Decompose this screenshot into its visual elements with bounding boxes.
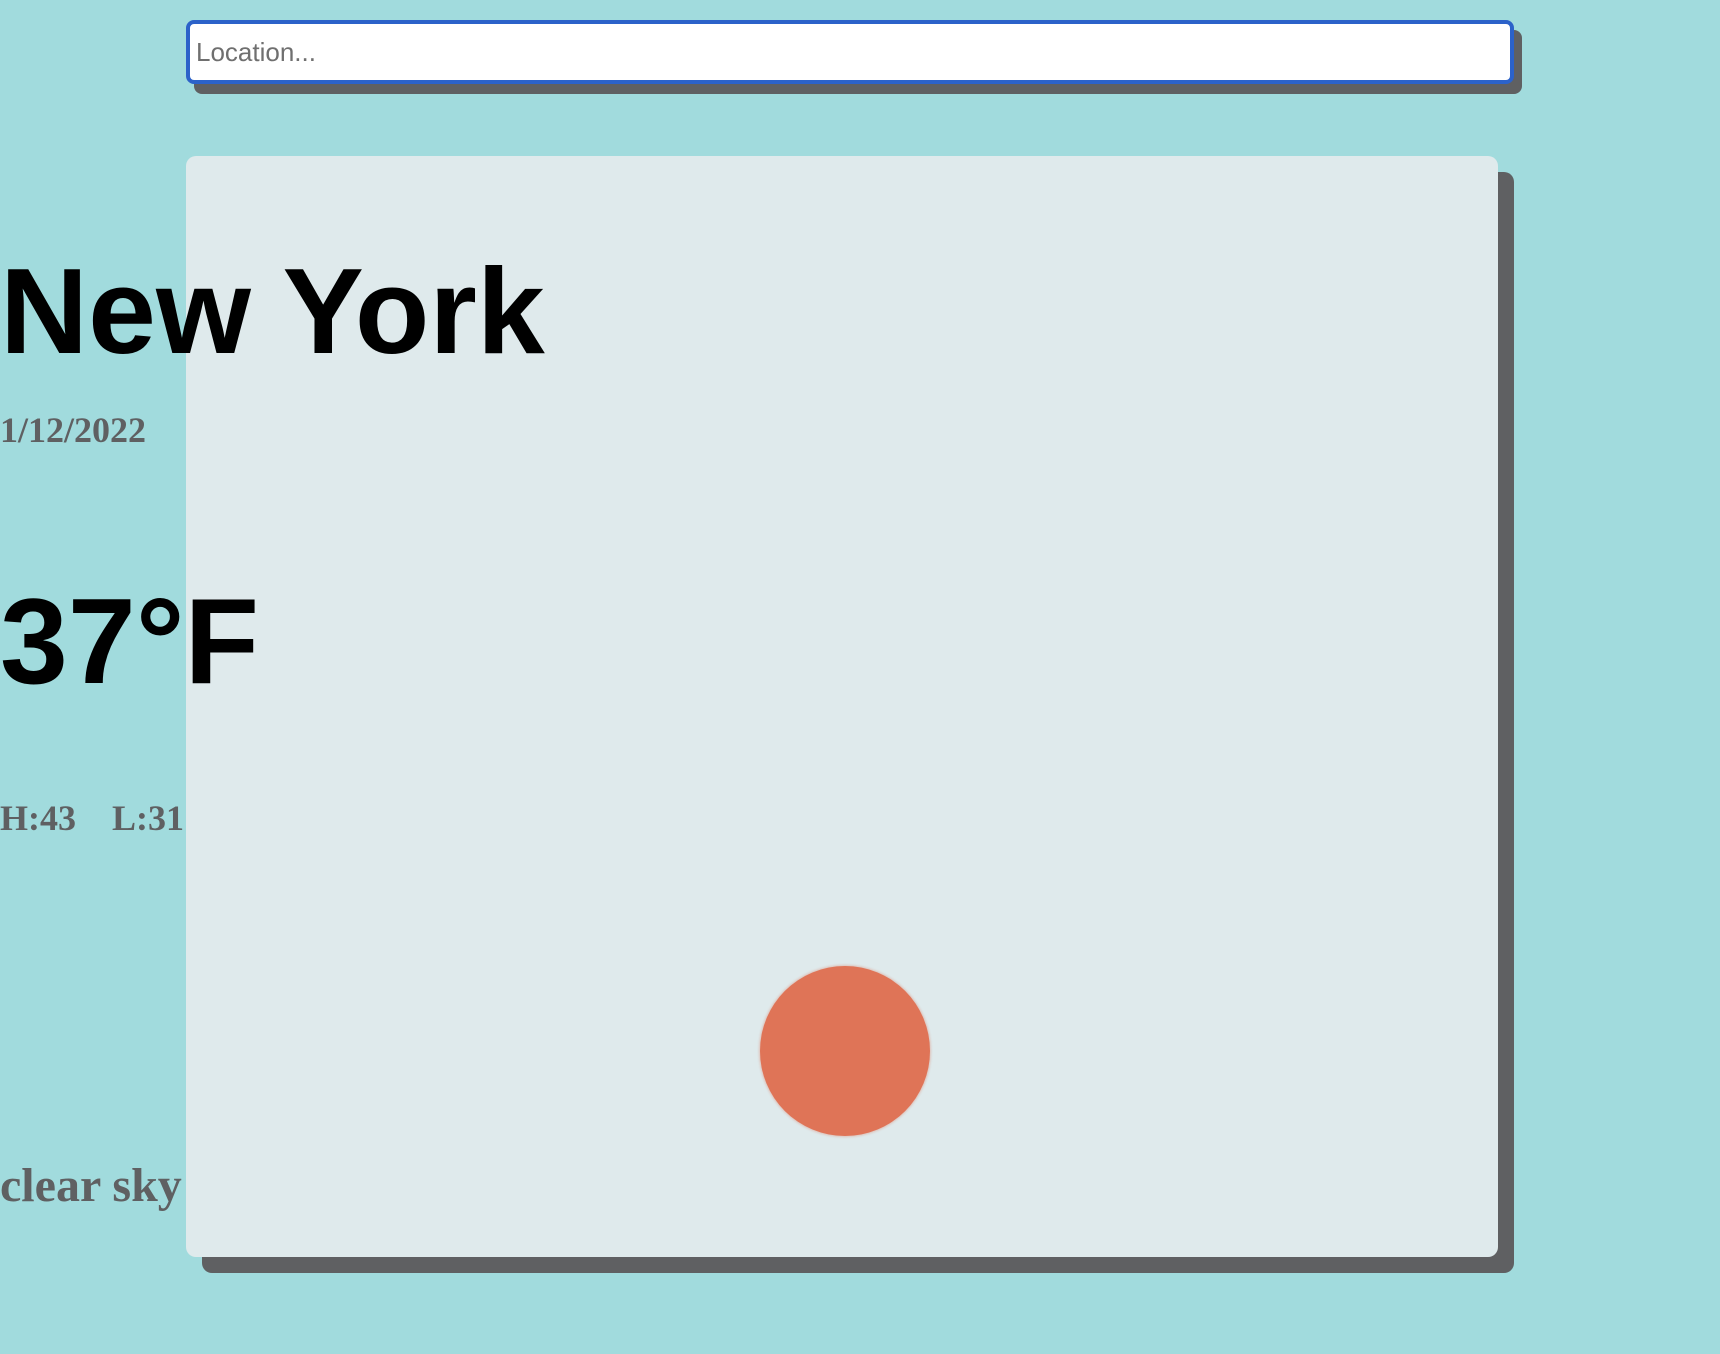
high-temperature: H:43 xyxy=(0,798,76,838)
low-temperature: L:31 xyxy=(112,798,184,838)
date-label: 1/12/2022 xyxy=(0,410,147,450)
location-search-input[interactable] xyxy=(186,20,1514,84)
weather-description: clear sky xyxy=(0,1159,182,1212)
search-container xyxy=(186,20,1522,94)
sun-icon xyxy=(760,966,930,1136)
current-temperature: 37°F xyxy=(0,573,260,709)
city-name: New York xyxy=(0,243,545,379)
high-low-temperatures: H:43 L:31 xyxy=(0,800,1720,836)
